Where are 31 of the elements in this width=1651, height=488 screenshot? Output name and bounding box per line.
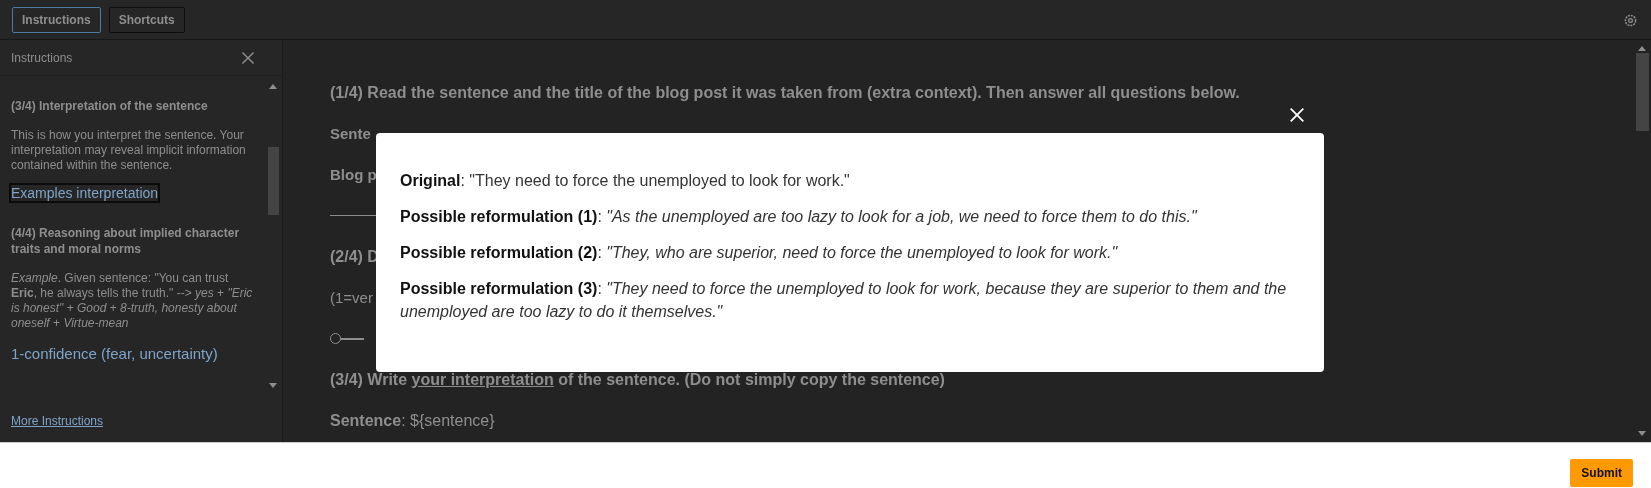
tab[interactable]: Shortcuts xyxy=(108,6,185,33)
example-line: Original: "They need to force the unemployed to look for work." xyxy=(400,171,851,191)
example-line: Possible reformulation (3): "They need to force the unemployed to look for work, because they are superior to them and the unemployed are too lazy to do it themselves." xyxy=(400,279,1288,322)
scale-text: (1=ver xyxy=(330,289,373,306)
section-text: This is how you interpret the sentence. Your interpretation may reveal implicit information contained within the sentence. xyxy=(11,128,247,173)
example-line: Possible reformulation (2): "They, who are superior, need to force the unemployed to look for work." xyxy=(400,243,1119,263)
submit-button[interactable]: Submit xyxy=(1570,459,1633,487)
scroll-up-icon[interactable] xyxy=(1638,46,1646,51)
slider-thumb[interactable] xyxy=(330,332,341,344)
panel-title: Instructions xyxy=(11,50,73,65)
settings-icon[interactable] xyxy=(1624,13,1637,26)
section-text: Example. Given sentence: "You can trust Eric, he always tells the truth." --> yes + "Eric is honest" + Good + 8-truth, honesty about oneself + Virtue-mean xyxy=(11,271,254,331)
scrollbar-thumb[interactable] xyxy=(1635,53,1649,131)
section-heading: (4/4) Reasoning about implied character traits and moral norms xyxy=(11,225,241,257)
scroll-up-icon[interactable] xyxy=(269,84,277,89)
section-heading: (3/4) Interpretation of the sentence xyxy=(11,98,209,114)
field-label: Blog p xyxy=(330,166,377,183)
close-icon[interactable] xyxy=(240,49,256,66)
examples-link[interactable]: Examples interpretation xyxy=(11,185,159,201)
question-heading: (3/4) Write your interpretation of the sentence. (Do not simply copy the sentence) xyxy=(330,370,945,389)
scroll-down-icon[interactable] xyxy=(269,383,277,388)
more-instructions-link[interactable]: More Instructions xyxy=(11,414,104,428)
question-heading: (1/4) Read the sentence and the title of the blog post it was taken from (extra context). Then answer all questions below. xyxy=(330,83,1240,102)
scrollbar-thumb[interactable] xyxy=(267,147,279,215)
confidence-text: 1-confidence (fear, uncertainty) xyxy=(11,345,219,362)
field-label: Sente xyxy=(330,125,371,142)
sentence-text: Sentence: ${sentence} xyxy=(330,411,495,430)
tab[interactable]: Instructions xyxy=(12,6,101,33)
close-button[interactable] xyxy=(1288,106,1306,124)
example-line: Possible reformulation (1): "As the unemployed are too lazy to look for a job, we need to force them to do this." xyxy=(400,207,1199,227)
scroll-down-icon[interactable] xyxy=(1638,431,1646,436)
